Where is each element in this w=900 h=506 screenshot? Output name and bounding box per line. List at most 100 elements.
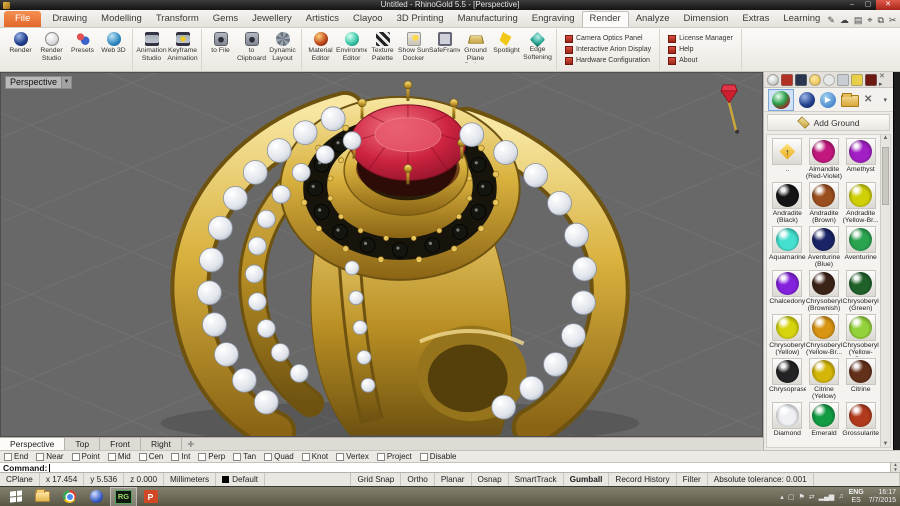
- ribbon-item-interactive-arion-display[interactable]: Interactive Arion Display: [565, 46, 651, 54]
- status-osnap[interactable]: Osnap: [472, 473, 509, 486]
- osnap-mid[interactable]: Mid: [108, 452, 131, 461]
- ribbon-button-web-3d[interactable]: Web 3D: [98, 30, 129, 69]
- ribbon-item-hardware-configuration[interactable]: Hardware Configuration: [565, 57, 651, 65]
- cloud-icon[interactable]: ☁: [840, 15, 849, 25]
- materials-tab-icon[interactable]: [781, 74, 793, 86]
- checkbox-knot[interactable]: [302, 453, 310, 461]
- material-citrine-yellow[interactable]: Citrine (Yellow): [806, 357, 843, 401]
- viewport-title-chip[interactable]: Perspective ▼: [5, 76, 72, 89]
- play-icon[interactable]: ▶: [820, 92, 836, 108]
- selected-material-slot[interactable]: [768, 89, 794, 111]
- copy-icon[interactable]: ⧉: [877, 15, 883, 25]
- export-icon[interactable]: ▤: [854, 15, 863, 25]
- ribbon-button-safeframe[interactable]: SafeFrame: [429, 30, 460, 69]
- ribbon-item-about[interactable]: About: [668, 57, 733, 65]
- language-indicator[interactable]: ENG ES: [849, 489, 864, 504]
- status-default[interactable]: Default: [216, 473, 265, 486]
- checkbox-int[interactable]: [171, 453, 179, 461]
- taskbar-app-rhinogold[interactable]: RG: [110, 487, 137, 506]
- status-smarttrack[interactable]: SmartTrack: [509, 473, 564, 486]
- menu-tab-jewellery[interactable]: Jewellery: [245, 11, 299, 27]
- notes-tab-icon[interactable]: [795, 74, 807, 86]
- osnap-perp[interactable]: Perp: [198, 452, 225, 461]
- osnap-project[interactable]: Project: [377, 452, 412, 461]
- ribbon-button-render[interactable]: Render: [5, 30, 36, 69]
- menu-tab-artistics[interactable]: Artistics: [299, 11, 346, 27]
- panel-tabs-overflow-icon[interactable]: ✕ ▸: [879, 72, 890, 88]
- viewport-tab-right[interactable]: Right: [141, 438, 182, 450]
- status-ortho[interactable]: Ortho: [401, 473, 434, 486]
- clock-tab-icon[interactable]: [823, 74, 835, 86]
- material-andradite-black[interactable]: Andradite (Black): [769, 181, 806, 225]
- menu-tab-gems[interactable]: Gems: [206, 11, 245, 27]
- taskbar-app-start[interactable]: [2, 487, 29, 506]
- panel-dropdown-icon[interactable]: ▾: [883, 96, 889, 104]
- status-x-17-454[interactable]: x 17.454: [40, 473, 84, 486]
- volume-icon[interactable]: ♫: [838, 493, 843, 501]
- checkbox-project[interactable]: [377, 453, 385, 461]
- menu-tab-learning[interactable]: Learning: [776, 11, 827, 27]
- hidden-icons-icon[interactable]: ▴: [780, 493, 784, 501]
- signal-icon[interactable]: ▂▄▆: [819, 493, 835, 501]
- checkbox-near[interactable]: [36, 453, 44, 461]
- checkbox-quad[interactable]: [264, 453, 272, 461]
- paint-tab-icon[interactable]: [851, 74, 863, 86]
- status-z-0-000[interactable]: z 0.000: [124, 473, 164, 486]
- material-andradite-yellow-br[interactable]: Andradite (Yellow-Br...: [842, 181, 879, 225]
- material-chrysoberyl-brownish[interactable]: Chrysoberyl (Brownish): [806, 269, 843, 313]
- osnap-int[interactable]: Int: [171, 452, 190, 461]
- status-gumball[interactable]: Gumball: [564, 473, 610, 486]
- viewport-tab-perspective[interactable]: Perspective: [0, 438, 65, 450]
- material-grossularite[interactable]: Grossularite: [842, 401, 879, 445]
- scrollbar-thumb[interactable]: [882, 147, 889, 205]
- ribbon-item-license-manager[interactable]: License Manager: [668, 35, 733, 43]
- status-grid-snap[interactable]: Grid Snap: [351, 473, 401, 486]
- perspective-viewport[interactable]: Perspective ▼: [0, 72, 763, 437]
- ribbon-button-to-clipboard[interactable]: to Clipboard: [236, 30, 267, 69]
- ribbon-button-render-studio[interactable]: Render Studio: [36, 30, 67, 69]
- osnap-tan[interactable]: Tan: [233, 452, 256, 461]
- taskbar-app-chrome[interactable]: [56, 487, 83, 506]
- material-chrysoberyl-yellow-gr[interactable]: Chrysoberyl (Yellow-Gr...: [842, 313, 879, 357]
- taskbar-app-powerpoint[interactable]: P: [137, 487, 164, 506]
- checkbox-point[interactable]: [72, 453, 80, 461]
- menu-tab-transform[interactable]: Transform: [149, 11, 206, 27]
- layers-tab-icon[interactable]: [865, 74, 877, 86]
- material-amethyst[interactable]: Amethyst: [842, 137, 879, 181]
- osnap-cen[interactable]: Cen: [139, 452, 164, 461]
- menu-tab-render[interactable]: Render: [582, 11, 629, 27]
- ribbon-button-to-file[interactable]: to File: [205, 30, 236, 69]
- command-line[interactable]: Command: ▲▼: [0, 462, 900, 472]
- osnap-quad[interactable]: Quad: [264, 452, 294, 461]
- menu-tab-clayoo[interactable]: Clayoo: [346, 11, 390, 27]
- osnap-point[interactable]: Point: [72, 452, 100, 461]
- status-y-5-536[interactable]: y 5.536: [84, 473, 124, 486]
- taskbar-app-explorer[interactable]: [29, 487, 56, 506]
- material-emerald[interactable]: Emerald: [806, 401, 843, 445]
- material-almandite-red-violet[interactable]: Almandite (Red-Violet): [806, 137, 843, 181]
- new-viewport-tab-icon[interactable]: ✛: [182, 438, 200, 450]
- scroll-up-icon[interactable]: ▲: [883, 135, 889, 141]
- status-absolute-tolerance-0-001[interactable]: Absolute tolerance: 0.001: [708, 473, 814, 486]
- close-button[interactable]: ✕: [876, 0, 900, 10]
- viewport-tab-front[interactable]: Front: [100, 438, 141, 450]
- display-icon[interactable]: ▢: [788, 493, 795, 501]
- connection-icon[interactable]: ⇄: [809, 493, 815, 501]
- menu-tab-analyze[interactable]: Analyze: [629, 11, 677, 27]
- status-planar[interactable]: Planar: [435, 473, 472, 486]
- checkbox-perp[interactable]: [198, 453, 206, 461]
- ribbon-button-environment-editor[interactable]: Environment Editor: [336, 30, 367, 69]
- status-filter[interactable]: Filter: [677, 473, 708, 486]
- menu-tab-manufacturing[interactable]: Manufacturing: [451, 11, 525, 27]
- maximize-button[interactable]: ▢: [860, 0, 876, 10]
- flag-icon[interactable]: ⚑: [798, 493, 804, 501]
- checkbox-vertex[interactable]: [336, 453, 344, 461]
- ribbon-button-show-sun-docker[interactable]: Show Sun Docker: [398, 30, 429, 69]
- material-aventurine-blue[interactable]: Aventurine (Blue): [806, 225, 843, 269]
- viewport-menu-caret-icon[interactable]: ▼: [62, 76, 72, 89]
- osnap-vertex[interactable]: Vertex: [336, 452, 369, 461]
- taskbar-app-rhino[interactable]: [83, 487, 110, 506]
- sun-tab-icon[interactable]: [809, 74, 821, 86]
- ribbon-button-ground-plane-options[interactable]: Ground Plane Options: [460, 30, 491, 69]
- material-andradite-brown[interactable]: Andradite (Brown): [806, 181, 843, 225]
